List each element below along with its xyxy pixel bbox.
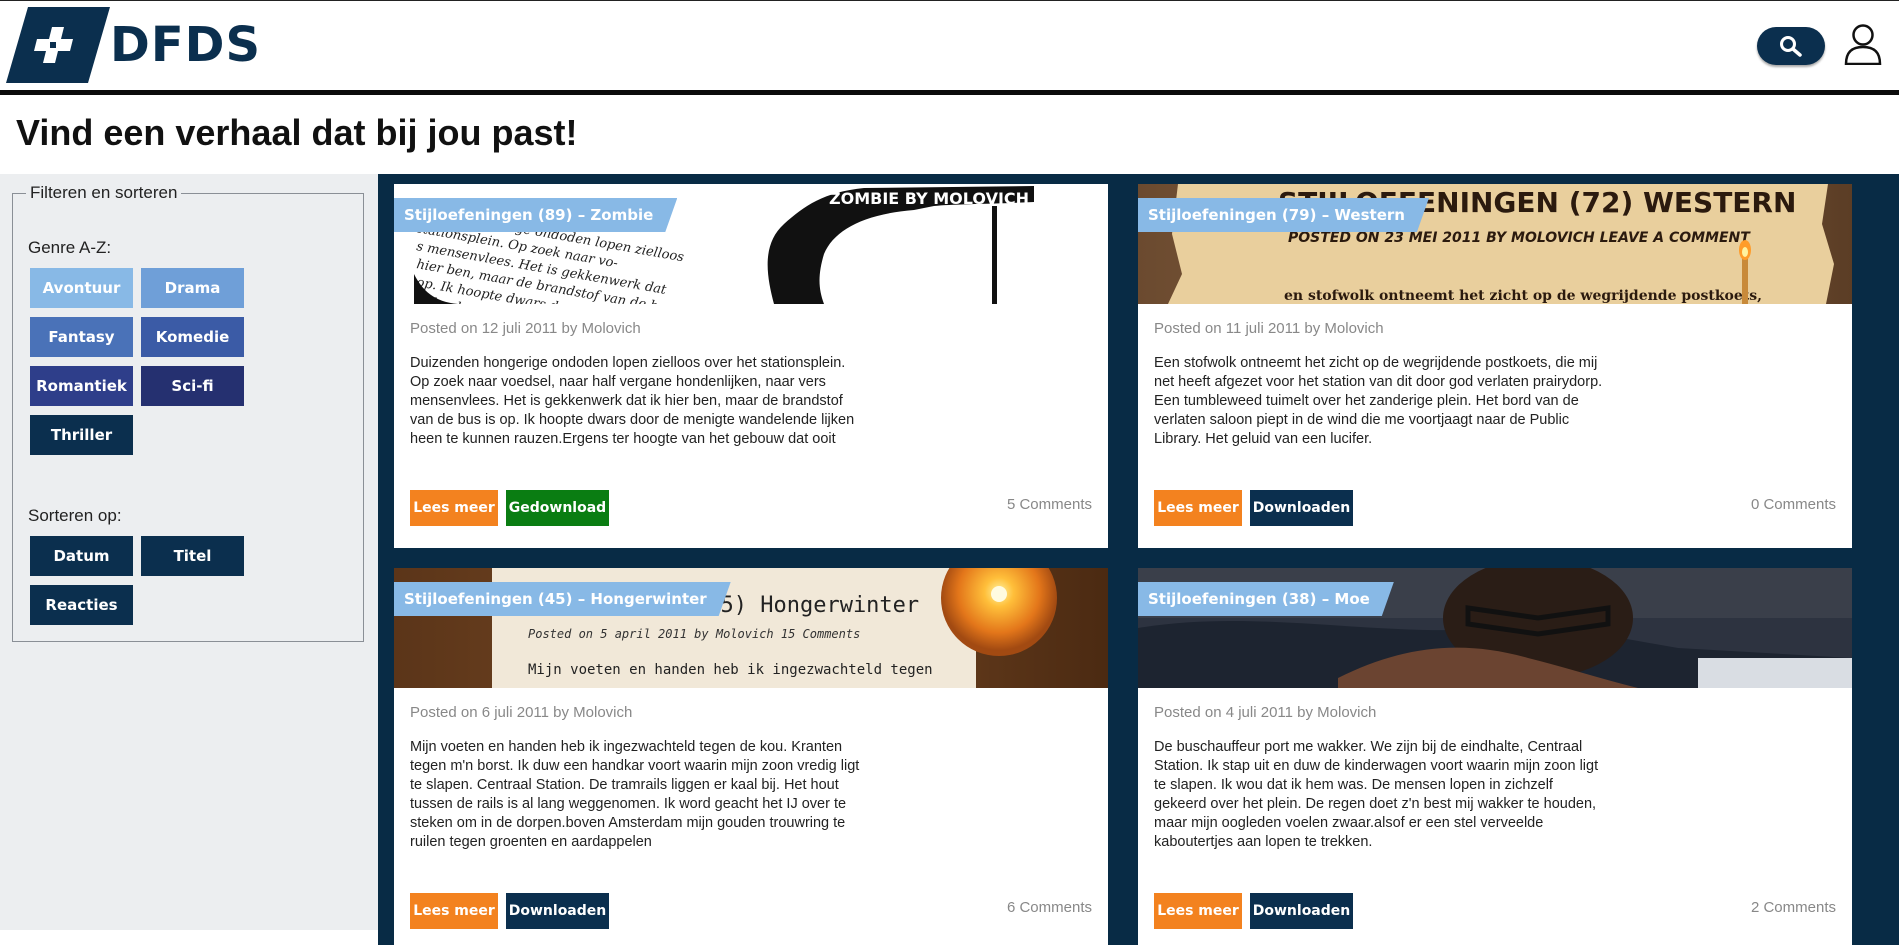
- story-card: STIJLOEFENINGEN (72) WESTERN POSTED ON 2…: [1138, 184, 1852, 548]
- zombie-banner-title: ZOMBIE BY MOLOVICH: [829, 189, 1029, 208]
- genre-button-drama[interactable]: Drama: [141, 268, 244, 308]
- genre-button-thriller[interactable]: Thriller: [30, 415, 133, 455]
- top-header: DFDS: [0, 0, 1899, 96]
- page-title: Vind een verhaal dat bij jou past!: [16, 112, 578, 153]
- download-button[interactable]: Gedownload: [506, 490, 609, 526]
- story-tag-link[interactable]: Stijloefeningen (79) – Western: [1138, 198, 1429, 232]
- sort-button-datum[interactable]: Datum: [30, 536, 133, 576]
- read-more-button[interactable]: Lees meer: [1154, 893, 1242, 929]
- story-meta: Posted on 4 juli 2011 by Molovich: [1154, 704, 1377, 721]
- story-tag-link[interactable]: Stijloefeningen (38) – Moe: [1138, 582, 1394, 616]
- sort-button-titel[interactable]: Titel: [141, 536, 244, 576]
- download-button[interactable]: Downloaden: [1250, 893, 1353, 929]
- read-more-button[interactable]: Lees meer: [410, 490, 498, 526]
- filter-legend: Filteren en sorteren: [26, 183, 182, 203]
- comments-link[interactable]: 0 Comments: [1751, 496, 1836, 513]
- comments-link[interactable]: 5 Comments: [1007, 496, 1092, 513]
- genre-button-avontuur[interactable]: Avontuur: [30, 268, 133, 308]
- story-meta: Posted on 6 juli 2011 by Molovich: [410, 704, 633, 721]
- story-excerpt: Mijn voeten en handen heb ik ingezwachte…: [410, 739, 860, 850]
- search-button[interactable]: [1757, 27, 1825, 65]
- story-excerpt: Duizenden hongerige ondoden lopen ziello…: [410, 355, 855, 447]
- hongerwinter-banner-title: (45) Hongerwinter: [694, 593, 919, 618]
- genre-button-romantiek[interactable]: Romantiek: [30, 366, 133, 406]
- sort-button-reacties[interactable]: Reacties: [30, 585, 133, 625]
- story-card: Stijloefeningen (38) – Moe Posted on 4 j…: [1138, 568, 1852, 945]
- story-meta: Posted on 11 juli 2011 by Molovich: [1154, 320, 1384, 337]
- genre-button-fantasy[interactable]: Fantasy: [30, 317, 133, 357]
- western-banner-sub: POSTED ON 23 MEI 2011 BY MOLOVICH LEAVE …: [1288, 230, 1751, 246]
- story-card: zenden hongerige ondoden lopen zielloos …: [394, 184, 1108, 548]
- western-banner-line: en stofwolk ontneemt het zicht op de weg…: [1284, 288, 1762, 304]
- search-icon: [1780, 36, 1802, 57]
- comments-link[interactable]: 2 Comments: [1751, 899, 1836, 916]
- read-more-button[interactable]: Lees meer: [1154, 490, 1242, 526]
- logo-mark-icon: [6, 7, 110, 83]
- comments-link[interactable]: 6 Comments: [1007, 899, 1092, 916]
- logo-wordmark: DFDS: [110, 17, 262, 73]
- story-tag-link[interactable]: Stijloefeningen (45) – Hongerwinter: [394, 582, 731, 616]
- genre-button-komedie[interactable]: Komedie: [141, 317, 244, 357]
- story-card: (45) Hongerwinter Posted on 5 april 2011…: [394, 568, 1108, 945]
- user-account-icon[interactable]: [1843, 23, 1883, 65]
- download-button[interactable]: Downloaden: [506, 893, 609, 929]
- download-button[interactable]: Downloaden: [1250, 490, 1353, 526]
- sort-label: Sorteren op:: [28, 506, 122, 525]
- story-meta: Posted on 12 juli 2011 by Molovich: [410, 320, 641, 337]
- hongerwinter-banner-line: Mijn voeten en handen heb ik ingezwachte…: [528, 662, 933, 678]
- story-tag-link[interactable]: Stijloefeningen (89) – Zombie: [394, 198, 677, 232]
- genre-label: Genre A-Z:: [28, 238, 112, 257]
- read-more-button[interactable]: Lees meer: [410, 893, 498, 929]
- genre-button-sci-fi[interactable]: Sci-fi: [141, 366, 244, 406]
- dfds-logo[interactable]: DFDS: [6, 7, 260, 83]
- hongerwinter-banner-sub: Posted on 5 april 2011 by Molovich 15 Co…: [528, 627, 860, 641]
- header-divider: [0, 90, 1899, 95]
- story-excerpt: De buschauffeur port me wakker. We zijn …: [1154, 739, 1599, 850]
- story-excerpt: Een stofwolk ontneemt het zicht op de we…: [1154, 355, 1603, 447]
